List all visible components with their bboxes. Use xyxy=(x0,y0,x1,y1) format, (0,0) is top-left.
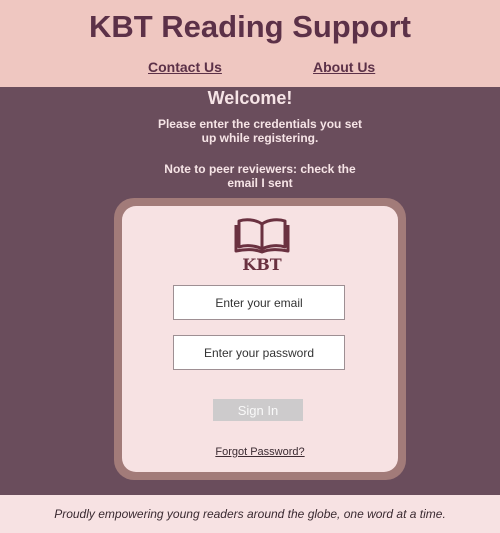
nav-about-link[interactable]: About Us xyxy=(313,58,375,76)
footer-tagline: Proudly empowering young readers around … xyxy=(54,507,446,521)
header: KBT Reading Support Contact Us About Us xyxy=(0,0,500,87)
intro-text: Please enter the credentials you set up … xyxy=(157,117,363,145)
login-card-inner: KBT Sign In Forgot Password? xyxy=(122,206,398,472)
open-book-icon xyxy=(234,218,290,254)
site-title: KBT Reading Support xyxy=(88,9,412,44)
reviewer-note: Note to peer reviewers: check the email … xyxy=(164,162,356,190)
nav-contact-link[interactable]: Contact Us xyxy=(148,58,222,76)
email-field[interactable] xyxy=(173,285,345,320)
welcome-heading: Welcome! xyxy=(207,88,293,108)
password-field[interactable] xyxy=(173,335,345,370)
logo: KBT xyxy=(234,216,290,274)
forgot-password-link[interactable]: Forgot Password? xyxy=(122,446,398,459)
logo-text: KBT xyxy=(242,255,282,274)
login-card: KBT Sign In Forgot Password? xyxy=(114,198,406,480)
footer: Proudly empowering young readers around … xyxy=(0,495,500,533)
sign-in-button[interactable]: Sign In xyxy=(213,399,303,421)
